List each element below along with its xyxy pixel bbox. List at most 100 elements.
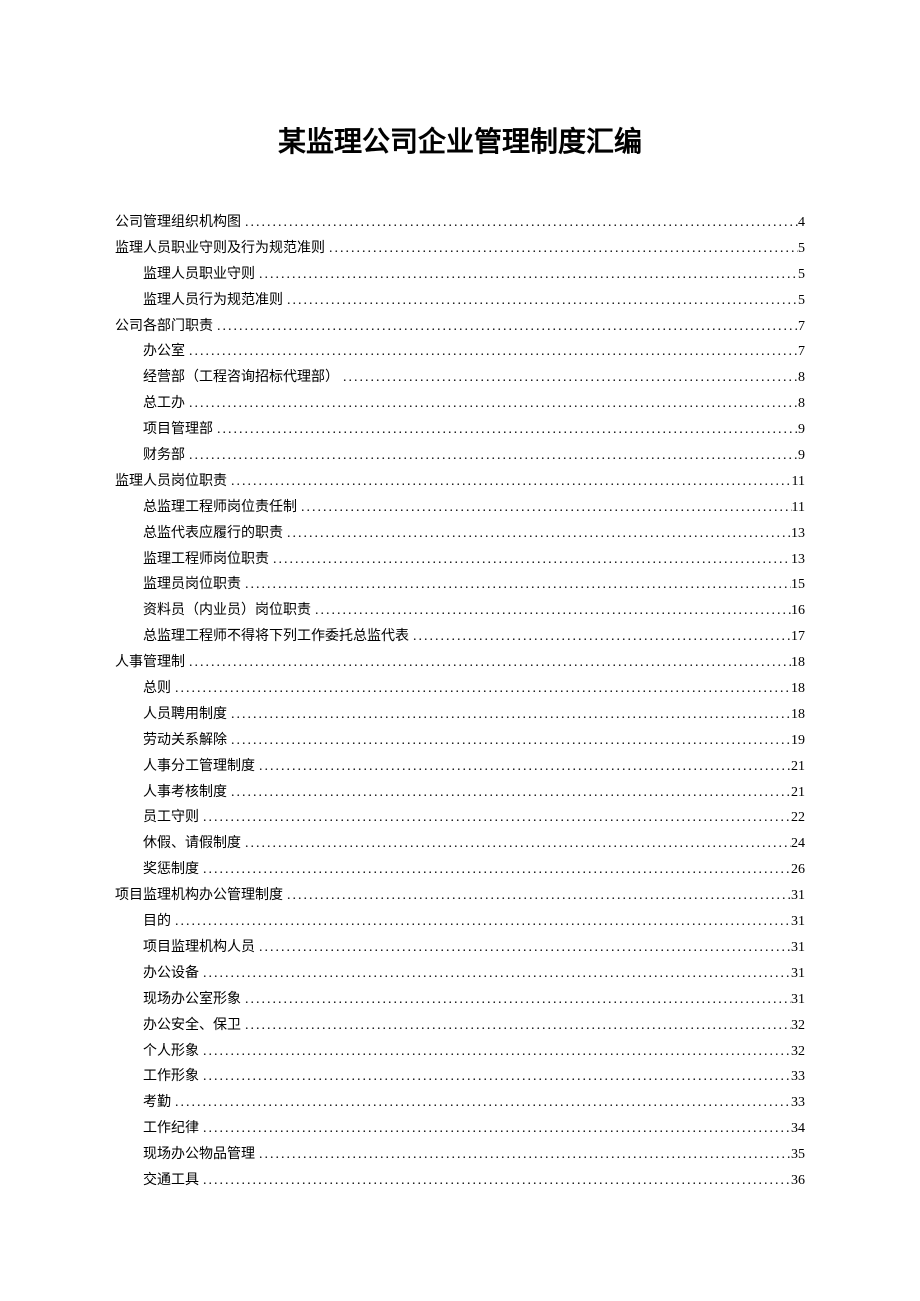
toc-entry-text: 人事分工管理制度 xyxy=(143,754,255,780)
toc-entry-page: 9 xyxy=(798,443,805,469)
toc-entry-page: 8 xyxy=(798,365,805,391)
toc-entry: 工作形象....................................… xyxy=(115,1064,805,1090)
toc-entry: 项目监理机构办公管理制度............................… xyxy=(115,883,805,909)
toc-entry: 经营部（工程咨询招标代理部）..........................… xyxy=(115,365,805,391)
toc-entry-page: 9 xyxy=(798,417,805,443)
toc-entry-text: 监理工程师岗位职责 xyxy=(143,547,269,573)
toc-entry-page: 21 xyxy=(791,754,805,780)
toc-entry-page: 11 xyxy=(792,495,805,521)
toc-entry-text: 人事管理制 xyxy=(115,650,185,676)
toc-entry-text: 项目管理部 xyxy=(143,417,213,443)
toc-leader-dots: ........................................… xyxy=(297,495,792,521)
toc-entry: 工作纪律....................................… xyxy=(115,1116,805,1142)
toc-entry-page: 13 xyxy=(791,521,805,547)
toc-entry-page: 31 xyxy=(791,883,805,909)
toc-entry-page: 22 xyxy=(791,805,805,831)
toc-leader-dots: ........................................… xyxy=(199,961,791,987)
toc-entry-page: 7 xyxy=(798,339,805,365)
toc-leader-dots: ........................................… xyxy=(171,909,791,935)
toc-entry-text: 总监理工程师岗位责任制 xyxy=(143,495,297,521)
toc-entry-text: 项目监理机构办公管理制度 xyxy=(115,883,283,909)
toc-entry: 监理人员行为规范准则..............................… xyxy=(115,288,805,314)
toc-leader-dots: ........................................… xyxy=(185,339,798,365)
toc-entry: 员工守则....................................… xyxy=(115,805,805,831)
toc-entry-page: 31 xyxy=(791,961,805,987)
toc-entry: 交通工具....................................… xyxy=(115,1168,805,1194)
toc-leader-dots: ........................................… xyxy=(199,1116,791,1142)
toc-entry-text: 总工办 xyxy=(143,391,185,417)
toc-entry-text: 办公室 xyxy=(143,339,185,365)
toc-leader-dots: ........................................… xyxy=(171,1090,791,1116)
toc-entry: 个人形象....................................… xyxy=(115,1039,805,1065)
toc-entry-page: 5 xyxy=(798,262,805,288)
toc-entry-page: 24 xyxy=(791,831,805,857)
toc-leader-dots: ........................................… xyxy=(283,521,791,547)
toc-entry: 办公安全、保卫.................................… xyxy=(115,1013,805,1039)
toc-leader-dots: ........................................… xyxy=(283,883,791,909)
toc-entry-page: 34 xyxy=(791,1116,805,1142)
toc-leader-dots: ........................................… xyxy=(185,650,791,676)
toc-entry-page: 33 xyxy=(791,1064,805,1090)
toc-leader-dots: ........................................… xyxy=(325,236,798,262)
toc-entry: 总监理工程师不得将下列工作委托总监代表.....................… xyxy=(115,624,805,650)
toc-entry: 监理人员职业守则................................… xyxy=(115,262,805,288)
toc-leader-dots: ........................................… xyxy=(311,598,791,624)
toc-entry: 监理员岗位职责.................................… xyxy=(115,572,805,598)
toc-entry-page: 16 xyxy=(791,598,805,624)
toc-leader-dots: ........................................… xyxy=(283,288,798,314)
toc-entry-text: 监理员岗位职责 xyxy=(143,572,241,598)
toc-entry-page: 18 xyxy=(791,676,805,702)
toc-entry: 现场办公物品管理................................… xyxy=(115,1142,805,1168)
toc-leader-dots: ........................................… xyxy=(241,210,798,236)
toc-entry-text: 奖惩制度 xyxy=(143,857,199,883)
toc-entry-page: 26 xyxy=(791,857,805,883)
toc-entry: 公司各部门职责.................................… xyxy=(115,314,805,340)
toc-leader-dots: ........................................… xyxy=(241,1013,791,1039)
toc-leader-dots: ........................................… xyxy=(199,1039,791,1065)
toc-leader-dots: ........................................… xyxy=(213,417,798,443)
toc-entry: 总监理工程师岗位责任制.............................… xyxy=(115,495,805,521)
toc-entry: 监理工程师岗位职责...............................… xyxy=(115,547,805,573)
toc-leader-dots: ........................................… xyxy=(241,572,791,598)
toc-entry-page: 21 xyxy=(791,780,805,806)
toc-entry-text: 现场办公室形象 xyxy=(143,987,241,1013)
toc-leader-dots: ........................................… xyxy=(409,624,791,650)
toc-leader-dots: ........................................… xyxy=(269,547,791,573)
toc-entry-page: 4 xyxy=(798,210,805,236)
toc-leader-dots: ........................................… xyxy=(199,805,791,831)
toc-entry-text: 现场办公物品管理 xyxy=(143,1142,255,1168)
toc-entry-text: 项目监理机构人员 xyxy=(143,935,255,961)
toc-entry: 监理人员职业守则及行为规范准则.........................… xyxy=(115,236,805,262)
toc-entry-page: 8 xyxy=(798,391,805,417)
toc-leader-dots: ........................................… xyxy=(199,857,791,883)
toc-entry-page: 11 xyxy=(792,469,805,495)
toc-entry-text: 交通工具 xyxy=(143,1168,199,1194)
toc-entry: 总工办.....................................… xyxy=(115,391,805,417)
toc-entry-text: 公司各部门职责 xyxy=(115,314,213,340)
toc-leader-dots: ........................................… xyxy=(339,365,798,391)
toc-entry: 休假、请假制度.................................… xyxy=(115,831,805,857)
toc-leader-dots: ........................................… xyxy=(241,831,791,857)
toc-entry-page: 15 xyxy=(791,572,805,598)
toc-entry-text: 监理人员职业守则 xyxy=(143,262,255,288)
toc-entry-page: 13 xyxy=(791,547,805,573)
toc-entry-page: 5 xyxy=(798,236,805,262)
toc-leader-dots: ........................................… xyxy=(199,1064,791,1090)
toc-leader-dots: ........................................… xyxy=(241,987,791,1013)
toc-leader-dots: ........................................… xyxy=(171,676,791,702)
toc-entry-page: 31 xyxy=(791,987,805,1013)
toc-leader-dots: ........................................… xyxy=(255,754,791,780)
toc-entry: 人员聘用制度..................................… xyxy=(115,702,805,728)
toc-leader-dots: ........................................… xyxy=(227,728,791,754)
toc-entry-page: 18 xyxy=(791,650,805,676)
toc-entry-text: 监理人员岗位职责 xyxy=(115,469,227,495)
toc-entry: 资料员（内业员）岗位职责............................… xyxy=(115,598,805,624)
toc-entry-page: 32 xyxy=(791,1039,805,1065)
toc-leader-dots: ........................................… xyxy=(227,780,791,806)
toc-entry-text: 员工守则 xyxy=(143,805,199,831)
toc-entry: 现场办公室形象.................................… xyxy=(115,987,805,1013)
toc-entry: 人事管理制...................................… xyxy=(115,650,805,676)
toc-entry: 人事考核制度..................................… xyxy=(115,780,805,806)
toc-entry-text: 办公安全、保卫 xyxy=(143,1013,241,1039)
toc-entry-text: 办公设备 xyxy=(143,961,199,987)
